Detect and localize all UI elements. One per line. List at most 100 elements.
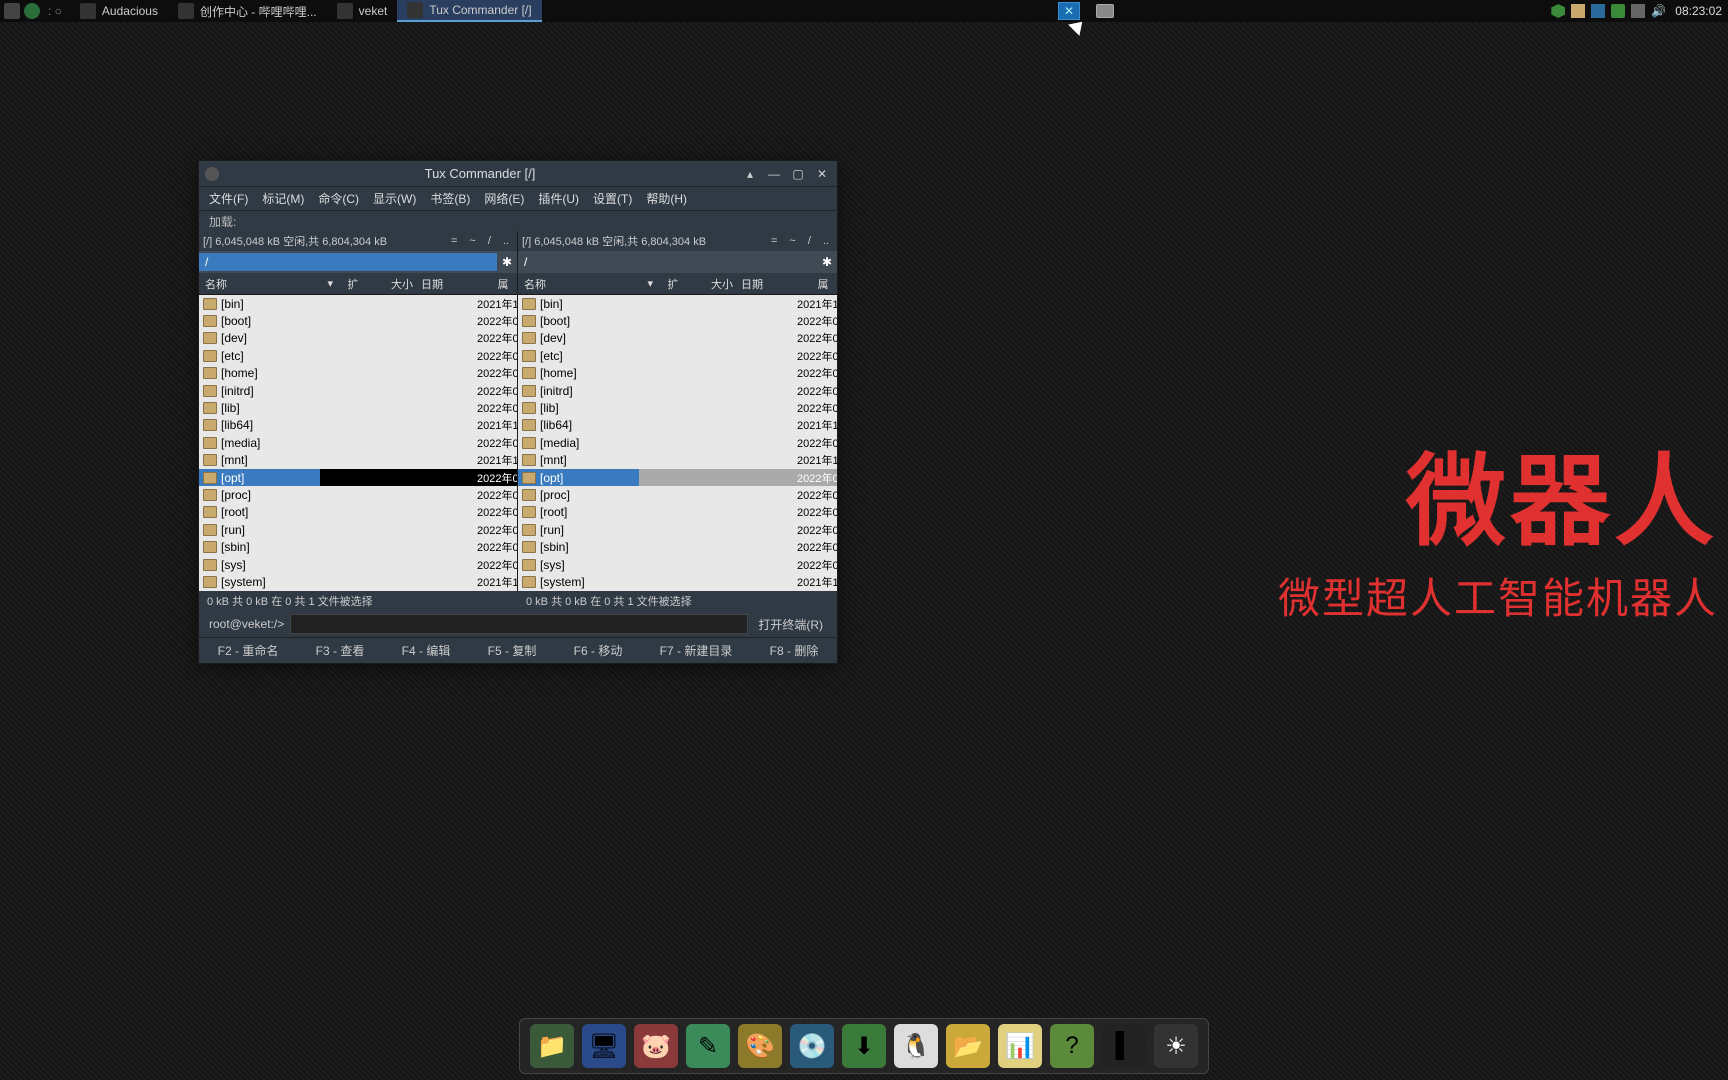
command-input[interactable]: [290, 614, 748, 634]
file-row[interactable]: [run]2022年03drw: [518, 521, 837, 538]
dock-brightness[interactable]: ☀: [1154, 1024, 1198, 1068]
menu-item[interactable]: 插件(U): [538, 190, 579, 207]
file-row[interactable]: [lib]2022年03drw: [518, 399, 837, 416]
file-row[interactable]: [dev]2022年03drw: [199, 330, 517, 347]
left-file-list[interactable]: [bin]2021年12drw[boot]2022年03drw[dev]2022…: [199, 295, 517, 591]
file-row[interactable]: [media]2022年03drw: [518, 434, 837, 451]
dock-editor[interactable]: ✎: [686, 1024, 730, 1068]
file-row[interactable]: [opt]2022年03drw: [518, 469, 837, 486]
function-key[interactable]: F4 - 编辑: [402, 642, 451, 659]
menu-item[interactable]: 标记(M): [262, 190, 304, 207]
globe-icon[interactable]: [24, 3, 40, 19]
file-row[interactable]: [bin]2021年12drw: [518, 295, 837, 312]
file-row[interactable]: [etc]2022年03drw: [518, 347, 837, 364]
up-button[interactable]: ..: [499, 235, 513, 247]
file-row[interactable]: [boot]2022年03drw: [518, 312, 837, 329]
path-input[interactable]: /: [199, 253, 497, 271]
minimize-button[interactable]: —: [765, 165, 783, 183]
desktop-menu-icon[interactable]: [4, 3, 20, 19]
dock-download[interactable]: ⬇: [842, 1024, 886, 1068]
dock-tux[interactable]: 🐧: [894, 1024, 938, 1068]
bookmark-button[interactable]: ✱: [817, 255, 837, 269]
home-button[interactable]: ~: [465, 235, 479, 247]
file-row[interactable]: [etc]2022年03drw: [199, 347, 517, 364]
file-row[interactable]: [boot]2022年03drw: [199, 312, 517, 329]
clock[interactable]: 08:23:02: [1671, 4, 1722, 18]
function-key[interactable]: F2 - 重命名: [218, 642, 279, 659]
rollup-button[interactable]: ▴: [741, 165, 759, 183]
root-button[interactable]: /: [484, 235, 495, 247]
clipboard-icon[interactable]: [1571, 4, 1585, 18]
file-row[interactable]: [sys]2022年03dr-x: [199, 556, 517, 573]
file-row[interactable]: [proc]2022年03dr-x: [518, 486, 837, 503]
up-button[interactable]: ..: [819, 235, 833, 247]
taskbar-item[interactable]: Audacious: [70, 0, 168, 22]
menu-item[interactable]: 设置(T): [593, 190, 632, 207]
menu-item[interactable]: 帮助(H): [646, 190, 687, 207]
right-file-list[interactable]: [bin]2021年12drw[boot]2022年03drw[dev]2022…: [518, 295, 837, 591]
function-key[interactable]: F8 - 删除: [770, 642, 819, 659]
file-row[interactable]: [mnt]2021年12drw: [518, 452, 837, 469]
dock-disc[interactable]: 💿: [790, 1024, 834, 1068]
taskbar-item[interactable]: Tux Commander [/]: [397, 0, 541, 22]
open-terminal-button[interactable]: 打开终端(R): [754, 616, 827, 633]
file-row[interactable]: [system]2021年12drw: [199, 573, 517, 590]
equal-button[interactable]: =: [447, 235, 461, 247]
file-row[interactable]: [initrd]2022年03drw: [518, 382, 837, 399]
bookmark-button[interactable]: ✱: [497, 255, 517, 269]
file-row[interactable]: [system]2021年12drw: [518, 573, 837, 590]
titlebar[interactable]: Tux Commander [/] ▴ — ▢ ✕: [199, 161, 837, 187]
dock-display[interactable]: 🖥: [582, 1024, 626, 1068]
equal-button[interactable]: =: [767, 235, 781, 247]
file-row[interactable]: [dev]2022年03drw: [518, 330, 837, 347]
right-column-headers[interactable]: 名称▾ 扩 大小 日期 属: [518, 273, 837, 295]
file-row[interactable]: [bin]2021年12drw: [199, 295, 517, 312]
dock-help[interactable]: ?: [1050, 1024, 1094, 1068]
function-key[interactable]: F5 - 复制: [488, 642, 537, 659]
path-input[interactable]: /: [518, 253, 817, 271]
maximize-button[interactable]: ▢: [789, 165, 807, 183]
keyboard-icon[interactable]: [1631, 4, 1645, 18]
shield-icon[interactable]: [1551, 4, 1565, 18]
taskbar-item[interactable]: veket: [327, 0, 398, 22]
dock-paint[interactable]: 🎨: [738, 1024, 782, 1068]
file-row[interactable]: [lib64]2021年12drw: [199, 417, 517, 434]
volume-icon[interactable]: 🔊: [1651, 4, 1665, 18]
dock-chart[interactable]: 📊: [998, 1024, 1042, 1068]
window-preview-icon[interactable]: ✕: [1058, 2, 1080, 20]
function-key[interactable]: F7 - 新建目录: [660, 642, 733, 659]
file-row[interactable]: [lib64]2021年12drw: [518, 417, 837, 434]
battery-icon[interactable]: [1611, 4, 1625, 18]
function-key[interactable]: F3 - 查看: [316, 642, 365, 659]
close-button[interactable]: ✕: [813, 165, 831, 183]
file-row[interactable]: [sbin]2022年03drw: [518, 538, 837, 555]
menu-item[interactable]: 显示(W): [373, 190, 416, 207]
file-row[interactable]: [sbin]2022年03drw: [199, 538, 517, 555]
file-row[interactable]: [root]2022年03drw: [199, 504, 517, 521]
file-row[interactable]: [initrd]2022年03drw: [199, 382, 517, 399]
home-button[interactable]: ~: [785, 235, 799, 247]
file-row[interactable]: [root]2022年03drw: [518, 504, 837, 521]
menu-item[interactable]: 网络(E): [484, 190, 524, 207]
dock-terminal[interactable]: ▌: [1102, 1024, 1146, 1068]
root-button[interactable]: /: [804, 235, 815, 247]
dock-pig[interactable]: 🐷: [634, 1024, 678, 1068]
file-row[interactable]: [media]2022年03drw: [199, 434, 517, 451]
file-row[interactable]: [proc]2022年03dr-x: [199, 486, 517, 503]
taskbar-item[interactable]: 创作中心 - 哔哩哔哩...: [168, 0, 327, 22]
file-row[interactable]: [home]2022年03drw: [518, 365, 837, 382]
file-row[interactable]: [home]2022年03drw: [199, 365, 517, 382]
left-column-headers[interactable]: 名称▾ 扩 大小 日期 属: [199, 273, 517, 295]
menu-item[interactable]: 命令(C): [318, 190, 359, 207]
function-key[interactable]: F6 - 移动: [574, 642, 623, 659]
dock-filemanager[interactable]: 📁: [530, 1024, 574, 1068]
menu-item[interactable]: 书签(B): [430, 190, 470, 207]
file-row[interactable]: [mnt]2021年12drw: [199, 452, 517, 469]
file-row[interactable]: [sys]2022年03dr-x: [518, 556, 837, 573]
network-icon[interactable]: [1591, 4, 1605, 18]
file-row[interactable]: [lib]2022年03drw: [199, 399, 517, 416]
dock-folder[interactable]: 📂: [946, 1024, 990, 1068]
file-row[interactable]: [run]2022年03drw: [199, 521, 517, 538]
file-row[interactable]: [opt]2022年03drw: [199, 469, 517, 486]
menu-item[interactable]: 文件(F): [209, 190, 248, 207]
